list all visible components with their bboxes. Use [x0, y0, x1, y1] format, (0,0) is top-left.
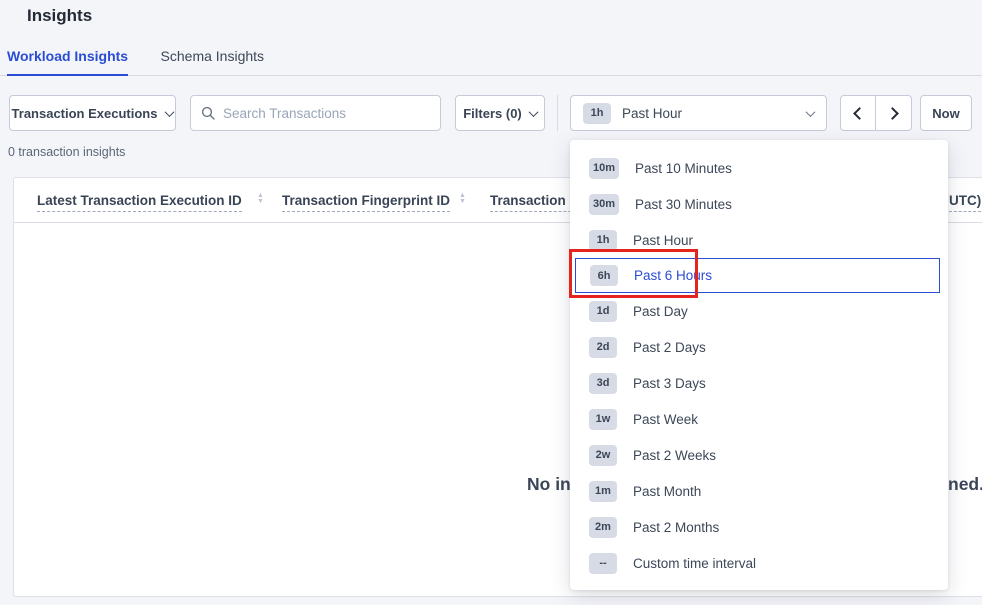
next-interval-button[interactable] [876, 95, 912, 131]
tab-bar: Workload Insights Schema Insights [0, 44, 982, 76]
sort-icon[interactable]: ▲▼ [257, 193, 264, 205]
chevron-left-icon [853, 107, 866, 120]
time-nav-buttons [840, 95, 912, 131]
time-option-past-6-hours[interactable]: 6h Past 6 Hours [575, 258, 940, 293]
time-interval-badge: 1h [583, 103, 611, 124]
insights-count-text: 0 transaction insights [8, 145, 125, 159]
time-option-past-month[interactable]: 1m Past Month [570, 473, 948, 509]
filters-label: Filters (0) [463, 106, 522, 121]
workload-type-dropdown[interactable]: Transaction Executions [9, 95, 176, 131]
column-header-latest-transaction-execution-id[interactable]: Latest Transaction Execution ID [37, 193, 242, 208]
now-button[interactable]: Now [920, 95, 972, 131]
time-option-past-2-weeks[interactable]: 2w Past 2 Weeks [570, 437, 948, 473]
time-option-past-week[interactable]: 1w Past Week [570, 401, 948, 437]
empty-state-text-fragment-right: ned. [948, 474, 982, 495]
previous-interval-button[interactable] [840, 95, 876, 131]
chevron-down-icon [806, 107, 816, 117]
now-button-label: Now [932, 106, 959, 121]
time-option-past-2-months[interactable]: 2m Past 2 Months [570, 509, 948, 545]
time-option-past-30-minutes[interactable]: 30m Past 30 Minutes [570, 186, 948, 222]
search-input[interactable] [223, 106, 430, 121]
time-option-past-hour[interactable]: 1h Past Hour [570, 222, 948, 258]
time-option-past-day[interactable]: 1d Past Day [570, 293, 948, 329]
time-option-past-3-days[interactable]: 3d Past 3 Days [570, 365, 948, 401]
chevron-down-icon [528, 107, 538, 117]
empty-state-text-fragment-left: No in [527, 474, 571, 495]
time-interval-dropdown-menu: 10m Past 10 Minutes 30m Past 30 Minutes … [570, 140, 948, 590]
tab-schema-insights[interactable]: Schema Insights [161, 44, 265, 76]
column-header-transaction-fingerprint-id[interactable]: Transaction Fingerprint ID [282, 193, 450, 208]
chevron-down-icon [165, 107, 175, 117]
time-interval-select[interactable]: 1h Past Hour [570, 95, 827, 131]
time-option-past-2-days[interactable]: 2d Past 2 Days [570, 329, 948, 365]
toolbar-divider [557, 95, 558, 131]
column-header-time-utc[interactable]: UTC) [949, 193, 981, 208]
page-title: Insights [27, 6, 92, 26]
tab-workload-insights[interactable]: Workload Insights [7, 44, 128, 76]
time-interval-label: Past Hour [622, 106, 807, 121]
search-icon [201, 106, 215, 120]
workload-type-label: Transaction Executions [12, 106, 158, 121]
chevron-right-icon [886, 107, 899, 120]
toolbar: Transaction Executions Filters (0) 1h Pa… [9, 95, 972, 131]
time-option-custom-interval[interactable]: -- Custom time interval [570, 545, 948, 581]
insights-page: Insights Workload Insights Schema Insigh… [0, 0, 982, 605]
search-box[interactable] [190, 95, 441, 131]
sort-icon[interactable]: ▲▼ [459, 193, 466, 205]
time-option-past-10-minutes[interactable]: 10m Past 10 Minutes [570, 150, 948, 186]
filters-dropdown[interactable]: Filters (0) [455, 95, 545, 131]
